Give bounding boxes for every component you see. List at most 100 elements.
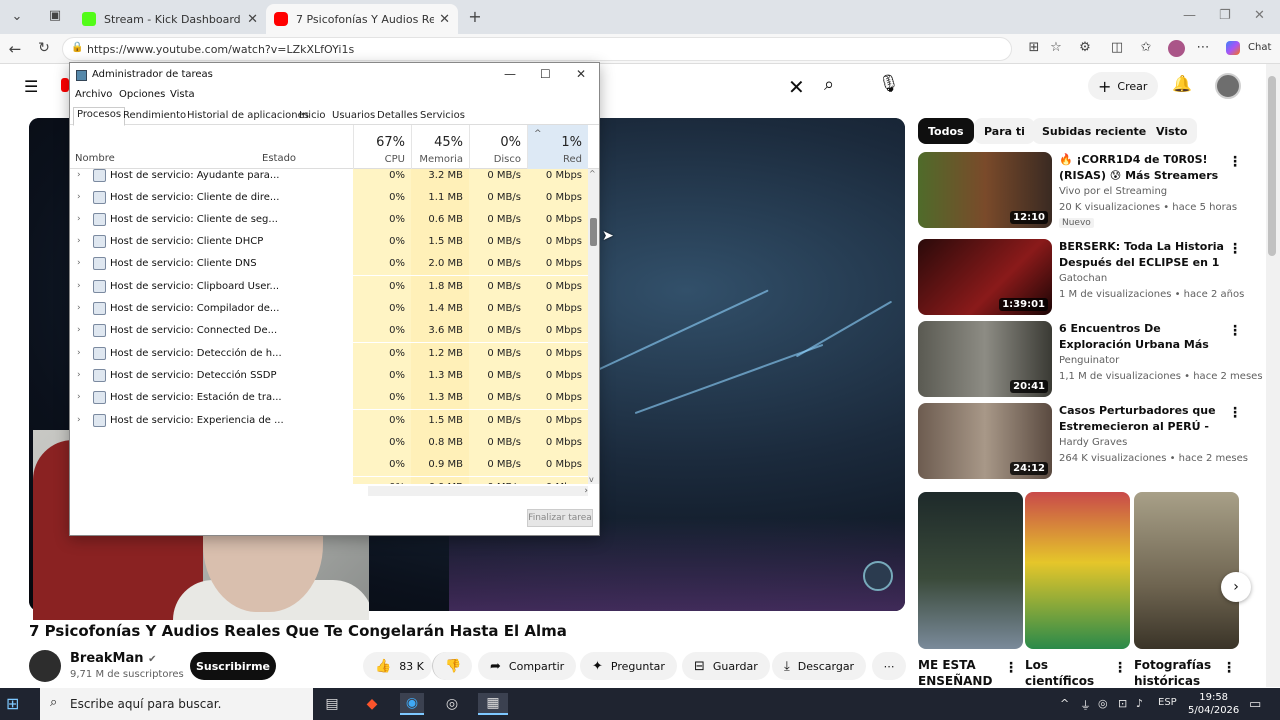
recommended-title[interactable]: BERSERK: Toda La Historia Después del EC… [1059, 239, 1229, 271]
process-row[interactable]: › Host de servicio: Compilador de... 0% 1.4… [70, 298, 588, 320]
process-row[interactable]: › Host de servicio: Detección SSDP 0% 1.3 M… [70, 365, 588, 387]
dislike-button[interactable]: 👎 [432, 652, 472, 680]
close-window-icon[interactable]: ✕ [1254, 8, 1265, 23]
recommended-channel[interactable]: Hardy Graves [1059, 437, 1127, 448]
tab-rendimiento[interactable]: Rendimiento [120, 109, 189, 122]
close-tab-icon[interactable]: ✕ [247, 12, 258, 27]
chip-recent[interactable]: Subidas recientes [1032, 118, 1163, 144]
column-header-name[interactable]: Nombre [75, 153, 115, 164]
short-thumbnail[interactable] [1025, 492, 1130, 649]
expand-chevron-icon[interactable]: › [77, 192, 81, 202]
more-menu-icon[interactable]: ⋯ [1194, 40, 1212, 55]
system-clock[interactable]: 19:58 5/04/2026 [1188, 691, 1239, 717]
minimize-window-icon[interactable]: — [1183, 8, 1196, 23]
create-button[interactable]: + Crear [1088, 72, 1158, 100]
expand-chevron-icon[interactable]: › [77, 415, 81, 425]
channel-name[interactable]: BreakMan ✔ [70, 651, 156, 666]
end-task-button[interactable]: Finalizar tarea [527, 509, 593, 527]
maximize-window-icon[interactable]: ❐ [1219, 8, 1231, 23]
column-header-status[interactable]: Estado [262, 153, 296, 164]
process-row[interactable]: › Host de servicio: Cliente de seg... 0% 0.… [70, 209, 588, 231]
process-list-scroll-thumb[interactable] [590, 218, 597, 246]
network-icon[interactable]: ⊡ [1118, 697, 1127, 710]
save-button[interactable]: ⊟ Guardar [682, 652, 770, 680]
video-thumbnail[interactable]: 12:10 [918, 152, 1052, 228]
refresh-icon[interactable]: ↻ [35, 40, 53, 56]
language-indicator[interactable]: ESP [1158, 697, 1177, 708]
extensions-icon[interactable]: ⚙ [1076, 40, 1094, 55]
address-bar[interactable]: 🔒 https://www.youtube.com/watch?v=LZkXLf… [62, 37, 1012, 61]
process-row[interactable]: › Host de servicio: Ayudante para... 0% 3.2… [70, 169, 588, 187]
chip-for-you[interactable]: Para ti [974, 118, 1035, 144]
process-row[interactable]: 0%6.0 MB0 MB/s0 Mbps [70, 477, 588, 484]
process-row[interactable]: › Host de servicio: Detección de h... 0% 1.… [70, 343, 588, 365]
download-button[interactable]: ⤓ Descargar [772, 652, 867, 680]
expand-chevron-icon[interactable]: › [77, 258, 81, 268]
recommended-channel[interactable]: Vivo por el Streaming [1059, 186, 1167, 197]
tab-kick-dashboard[interactable]: Stream - Kick Dashboard ✕ [74, 4, 266, 34]
taskbar-search-box[interactable]: ⌕ Escribe aquí para buscar. [40, 688, 313, 720]
short-thumbnail[interactable] [1134, 492, 1239, 649]
obs-tray-icon[interactable]: ◎ [1098, 697, 1108, 710]
video-thumbnail[interactable]: 20:41 [918, 321, 1052, 397]
back-icon[interactable]: ← [6, 40, 24, 58]
edge-browser-icon[interactable]: ◉ [400, 693, 424, 715]
more-vertical-icon[interactable]: ⋮ [1228, 405, 1242, 421]
recommended-channel[interactable]: Gatochan [1059, 273, 1107, 284]
recommended-title[interactable]: 🔥 ¡CORR1D4 de T0R0S! (RISAS) 😰 Más Strea… [1059, 152, 1229, 184]
recommended-video[interactable]: 24:12 Casos Perturbadores que Estremecie… [918, 403, 1266, 479]
shorts-next-button[interactable]: › [1221, 572, 1251, 602]
task-manager-window[interactable]: Administrador de tareas — ☐ ✕ Archivo Op… [69, 62, 600, 536]
horizontal-scrollbar[interactable]: › [368, 486, 588, 496]
youtube-logo-icon[interactable] [61, 78, 69, 92]
copilot-icon[interactable] [1226, 41, 1240, 55]
tab-actions-chevron-icon[interactable]: ⌄ [8, 9, 26, 24]
ask-button[interactable]: ✦ Preguntar [580, 652, 677, 680]
tab-historial[interactable]: Historial de aplicaciones [184, 109, 312, 122]
process-row[interactable]: › Host de servicio: Clipboard User... 0% 1.… [70, 276, 588, 298]
recommended-title[interactable]: Casos Perturbadores que Estremecieron al… [1059, 403, 1229, 435]
new-tab-icon[interactable]: + [466, 7, 484, 26]
subscribe-button[interactable]: Suscribirme [190, 652, 276, 680]
video-thumbnail[interactable]: 1:39:01 [918, 239, 1052, 315]
process-row[interactable]: › Host de servicio: Cliente DNS 0% 2.0 MB 0 … [70, 253, 588, 275]
recommended-video[interactable]: 1:39:01 BERSERK: Toda La Historia Despué… [918, 239, 1266, 315]
like-button[interactable]: 👍 83 K [363, 652, 432, 680]
brave-browser-icon[interactable]: ◆ [360, 693, 384, 715]
notifications-bell-icon[interactable]: 🔔 [1172, 74, 1192, 93]
expand-chevron-icon[interactable]: › [77, 392, 81, 402]
process-list-scrollbar[interactable]: ^ v [588, 169, 599, 484]
chip-all[interactable]: Todos [918, 118, 974, 144]
more-vertical-icon[interactable]: ⋮ [1222, 660, 1236, 676]
tab-inicio[interactable]: Inicio [296, 109, 328, 122]
workspaces-icon[interactable]: ▣ [46, 8, 64, 23]
menu-archivo[interactable]: Archivo [75, 89, 112, 100]
task-manager-taskbar-icon[interactable]: ▦ [478, 693, 508, 715]
process-row[interactable]: 0% 0.8 MB 0 MB/s 0 Mbps [70, 432, 588, 454]
page-scrollbar-thumb[interactable] [1268, 76, 1276, 256]
notifications-icon[interactable]: ▭ [1249, 697, 1261, 712]
lock-icon[interactable]: 🔒 [71, 42, 83, 53]
expand-chevron-icon[interactable]: › [77, 325, 81, 335]
close-tab-icon[interactable]: ✕ [439, 12, 450, 27]
recommended-video[interactable]: 12:10 🔥 ¡CORR1D4 de T0R0S! (RISAS) 😰 Más… [918, 152, 1266, 228]
column-header-disk[interactable]: 0% Disco [469, 125, 527, 169]
tab-detalles[interactable]: Detalles [374, 109, 421, 122]
scroll-up-icon[interactable]: ^ [589, 169, 596, 178]
share-button[interactable]: ➦ Compartir [478, 652, 577, 680]
minimize-icon[interactable]: — [504, 67, 516, 81]
short-title[interactable]: Los científicos [1025, 657, 1105, 687]
expand-chevron-icon[interactable]: › [77, 236, 81, 246]
expand-chevron-icon[interactable]: › [77, 214, 81, 224]
recommended-channel[interactable]: Penguinator [1059, 355, 1119, 366]
expand-chevron-icon[interactable]: › [77, 281, 81, 291]
more-vertical-icon[interactable]: ⋮ [1228, 154, 1242, 170]
tab-servicios[interactable]: Servicios [417, 109, 468, 122]
expand-chevron-icon[interactable]: › [77, 170, 81, 180]
short-thumbnail[interactable] [918, 492, 1023, 649]
search-icon[interactable]: ⌕ [824, 74, 834, 95]
expand-chevron-icon[interactable]: › [77, 348, 81, 358]
process-row[interactable]: › Host de servicio: Cliente DHCP 0% 1.5 MB 0… [70, 231, 588, 253]
scroll-down-icon[interactable]: v [589, 475, 594, 484]
more-actions-button[interactable]: ⋯ [872, 652, 906, 680]
